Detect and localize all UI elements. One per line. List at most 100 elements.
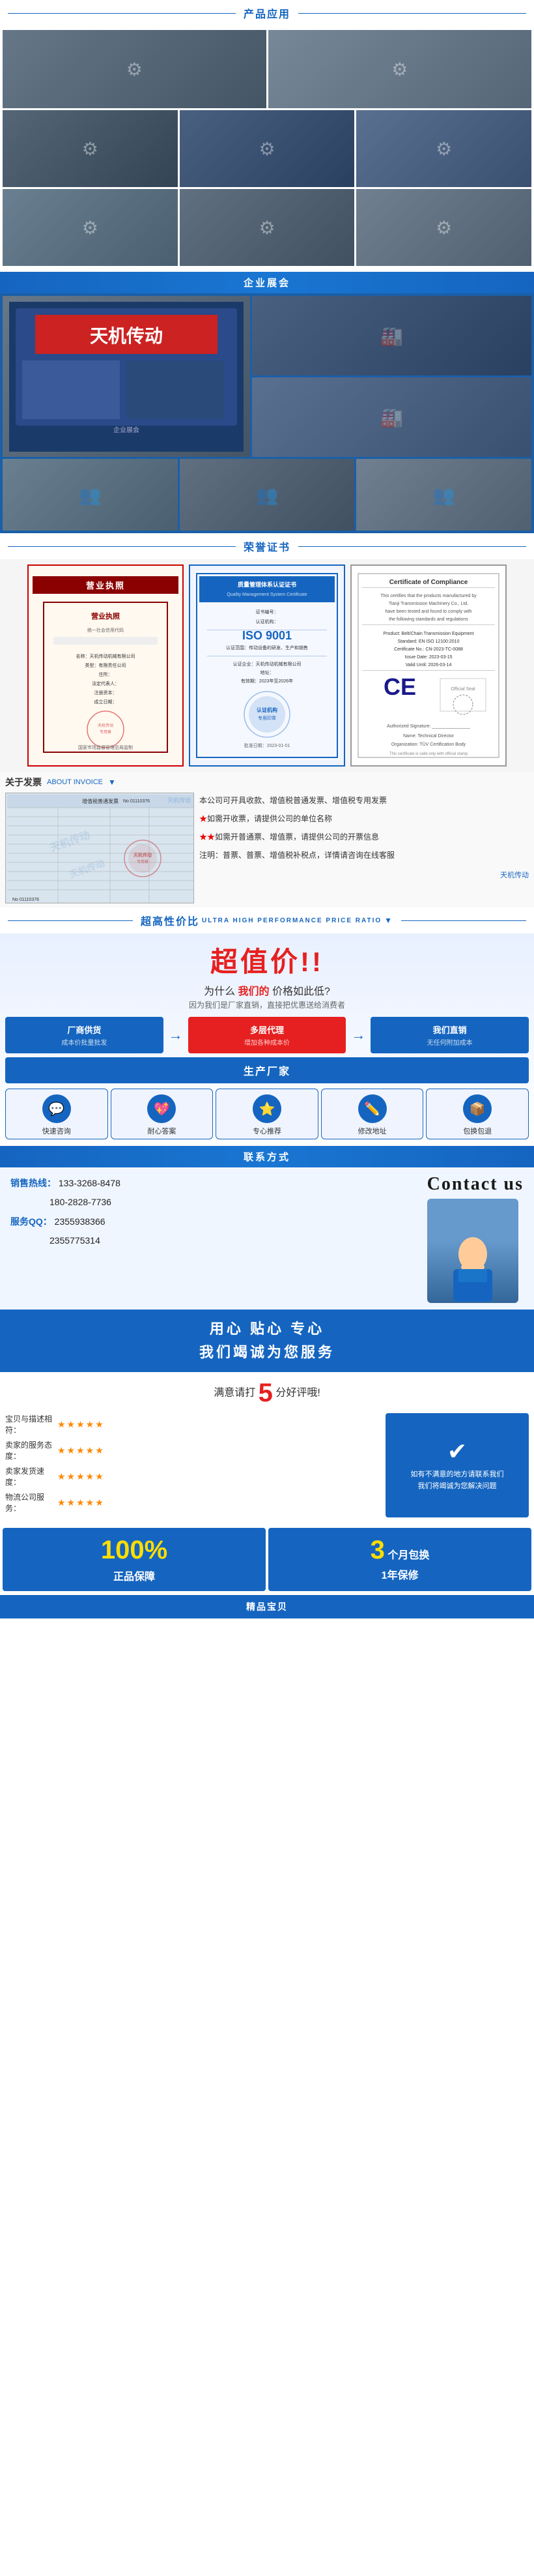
pricing-box-3: 我们直销 无任何附加成本 — [371, 1017, 529, 1053]
svg-text:批准日期：2023-01-01: 批准日期：2023-01-01 — [244, 742, 290, 748]
footer-bar: 精品宝贝 — [0, 1595, 534, 1618]
product-apps-header: 产品应用 — [0, 0, 534, 26]
svg-text:Certificate No.: CN-2023-TC-00: Certificate No.: CN-2023-TC-0088 — [394, 647, 463, 652]
pricing-box-1-sub: 成本价批量批发 — [10, 1037, 158, 1047]
rating-left: 宝贝与描述相符： ★★★★★ 卖家的服务态度： ★★★★★ 卖家发货速度： ★★… — [5, 1413, 380, 1517]
ce-cert: Certificate of Compliance This certifies… — [350, 564, 507, 767]
apps-row-2: ⚙ ⚙ ⚙ — [3, 110, 531, 187]
sales-label: 销售热线： — [10, 1178, 56, 1188]
svg-text:专用章: 专用章 — [137, 859, 148, 864]
svg-text:This certificate is valid only: This certificate is valid only with offi… — [389, 752, 468, 756]
svg-text:Authorized Signature: ________: Authorized Signature: _______________ — [387, 724, 470, 729]
contact-right-col: Contact us — [427, 1174, 524, 1303]
pricing-boxes-row: 厂商供货 成本价批量批发 → 多层代理 增加各种成本价 → 我们直销 无任何附加… — [5, 1017, 529, 1053]
pricing-box-2-sub: 增加各种成本价 — [193, 1037, 341, 1047]
svg-text:地址：: 地址： — [260, 669, 274, 675]
rating-check-icon: ✔ — [411, 1438, 504, 1465]
svg-text:认证企业：天机传动机械有限公司: 认证企业：天机传动机械有限公司 — [233, 661, 302, 667]
slogan-line-1: 用心 贴心 专心 — [10, 1317, 524, 1338]
honors-header: 荣誉证书 — [0, 533, 534, 559]
invoice-wrapper: 关于发票 ABOUT INVOICE ▼ 天机传动 增值税普通发票 No 011… — [0, 772, 534, 907]
guarantee-year-label: 1年保修 — [274, 1566, 526, 1582]
invoice-point-3: ★★如需开普通票、增值票，请提供公司的开票信息 — [199, 829, 529, 845]
rating-grid: 宝贝与描述相符： ★★★★★ 卖家的服务态度： ★★★★★ 卖家发货速度： ★★… — [5, 1413, 529, 1517]
rating-right-text: ✔ 如有不满意的地方请联系我们我们将竭诚为您解决问题 — [411, 1438, 504, 1492]
svg-text:天机传动: 天机传动 — [98, 723, 113, 728]
invoice-watermark-top: 天机传动 — [167, 796, 191, 804]
svg-text:专用章: 专用章 — [100, 729, 111, 735]
apps-row-3: ⚙ ⚙ ⚙ — [3, 189, 531, 266]
product-apps-section: 产品应用 ⚙ ⚙ ⚙ ⚙ ⚙ ⚙ — [0, 0, 534, 272]
qq-row-1: 服务QQ： 2355938366 — [10, 1212, 421, 1231]
svg-text:类型：有限责任公司: 类型：有限责任公司 — [85, 662, 126, 668]
rating-label-3: 卖家发货速度： — [5, 1465, 57, 1487]
contact-avatar — [427, 1199, 518, 1303]
honors-section: 荣誉证书 营业执照 营业执照 统一社会信用代码 名称：天机传动机械有限公司 类型… — [0, 533, 534, 772]
exhibition-image-4: 👥 — [3, 459, 178, 531]
apps-row-1: ⚙ ⚙ — [3, 30, 531, 108]
rating-label-2: 卖家的服务态度： — [5, 1439, 57, 1461]
rating-stars-2: ★★★★★ — [57, 1445, 105, 1456]
svg-text:专用印章: 专用印章 — [258, 715, 276, 721]
rating-row-3: 卖家发货速度： ★★★★★ — [5, 1465, 380, 1487]
super-value-header-title: 超高性价比 — [141, 913, 199, 928]
app-image-6: ⚙ — [3, 189, 178, 266]
qq-number-1: 2355938366 — [55, 1216, 105, 1227]
guarantee-pct-1: 100% — [101, 1536, 167, 1564]
pricing-box-3-title: 我们直销 — [376, 1023, 524, 1036]
product-apps-grid: ⚙ ⚙ ⚙ ⚙ ⚙ ⚙ ⚙ ⚙ — [0, 26, 534, 272]
patient-answer-icon: 💖 — [147, 1094, 176, 1123]
svg-text:增值税普通发票: 增值税普通发票 — [82, 798, 119, 804]
pricing-arrow-1: → — [167, 1017, 184, 1053]
super-value-reason: 因为我们是厂家直销，直接把优惠送给消费者 — [5, 999, 529, 1010]
business-license-cert: 营业执照 营业执照 统一社会信用代码 名称：天机传动机械有限公司 类型：有限责任… — [27, 564, 184, 767]
app-image-4: ⚙ — [180, 110, 355, 187]
svg-text:认证范围：传动设备的研发、生产和销售: 认证范围：传动设备的研发、生产和销售 — [226, 645, 308, 651]
svg-text:Tianji Transmission Machinery: Tianji Transmission Machinery Co., Ltd. — [389, 602, 468, 606]
iso-cert-svg: 质量管理体系认证证书 Quality Management System Cer… — [194, 571, 340, 760]
pricing-arrow-2: → — [350, 1017, 367, 1053]
invoice-brand: 天机传动 — [199, 868, 529, 883]
rating-num: 5 — [259, 1379, 273, 1407]
svg-text:天机传动: 天机传动 — [90, 326, 163, 347]
app-image-8: ⚙ — [356, 189, 531, 266]
pricing-box-2: 多层代理 增加各种成本价 — [188, 1017, 346, 1053]
super-value-header: 超高性价比 ULTRA HIGH PERFORMANCE PRICE RATIO… — [0, 907, 534, 933]
guarantee-box-1: 100% 正品保障 — [3, 1528, 266, 1591]
invoice-title-en: ABOUT INVOICE — [47, 778, 103, 786]
service-item-5: 📦 包换包退 — [426, 1089, 529, 1139]
honors-title: 荣誉证书 — [244, 538, 290, 554]
service-label-4: 修改地址 — [358, 1126, 387, 1136]
exhibition-bottom-row: 👥 👥 👥 — [3, 459, 531, 531]
pricing-box-1: 厂商供货 成本价批量批发 — [5, 1017, 163, 1053]
pricing-box-2-title: 多层代理 — [193, 1023, 341, 1036]
svg-text:Product: Belt/Chain Transmissi: Product: Belt/Chain Transmission Equipme… — [384, 632, 474, 636]
biz-license-svg: 营业执照 统一社会信用代码 名称：天机传动机械有限公司 类型：有限责任公司 住所… — [40, 599, 171, 755]
service-item-1: 💬 快速咨询 — [5, 1089, 108, 1139]
contact-header: 联系方式 — [0, 1146, 534, 1167]
return-icon: 📦 — [463, 1094, 492, 1123]
guarantee-months-label: 个月包换 — [387, 1550, 429, 1561]
invoice-title: 关于发票 — [5, 776, 42, 789]
svg-text:ISO 9001: ISO 9001 — [242, 629, 292, 642]
guarantee-num-1: 100% — [8, 1536, 260, 1565]
svg-text:Official Seal: Official Seal — [451, 687, 475, 692]
svg-text:Valid Until: 2026-03-14: Valid Until: 2026-03-14 — [406, 663, 452, 667]
rating-section: 满意请打 5 分好评哦! 宝贝与描述相符： ★★★★★ 卖家的服务态度： ★★★… — [0, 1372, 534, 1524]
contact-content: 销售热线： 133-3268-8478 180-2828-7736 服务QQ： … — [0, 1167, 534, 1310]
exhibition-section: 企业展会 天机传动 企业展会 — [0, 272, 534, 533]
svg-text:成立日期：: 成立日期： — [94, 699, 117, 705]
svg-text:Organization: TÜV Certificatio: Organization: TÜV Certification Body — [391, 742, 466, 747]
service-item-4: ✏️ 修改地址 — [321, 1089, 424, 1139]
rating-label-1: 宝贝与描述相符： — [5, 1413, 57, 1435]
service-icons-row: 💬 快速咨询 💖 耐心答案 ⭐ 专心推荐 ✏️ 修改地址 📦 包换包退 — [5, 1089, 529, 1139]
svg-text:名称：天机传动机械有限公司: 名称：天机传动机械有限公司 — [76, 653, 135, 659]
service-item-2: 💖 耐心答案 — [111, 1089, 214, 1139]
slogan-text-2: 我们竭诚为您服务 — [199, 1344, 335, 1360]
svg-text:Quality Management System Cert: Quality Management System Certificate — [227, 593, 307, 597]
svg-text:认证机构：: 认证机构： — [256, 619, 279, 624]
footer-label: 精品宝贝 — [246, 1602, 288, 1612]
invoice-point-1: 本公司可开具收款、增值税普通发票、增值税专用发票 — [199, 793, 529, 808]
exhibition-images: 天机传动 企业展会 🏭 🏭 — [3, 296, 531, 457]
ce-cert-svg: Certificate of Compliance This certifies… — [356, 571, 501, 760]
